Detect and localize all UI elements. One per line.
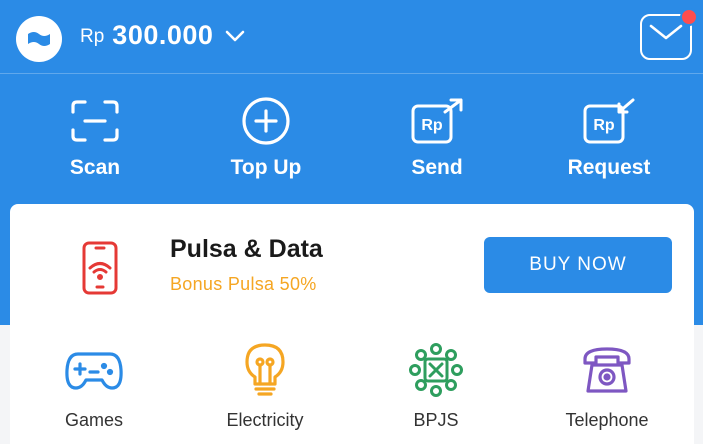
svg-text:Rp: Rp: [421, 117, 443, 134]
send-label: Send: [411, 156, 463, 179]
scan-icon: [67, 96, 123, 146]
services-card: Pulsa & Data Bonus Pulsa 50% BUY NOW Gam…: [10, 204, 694, 444]
balance-amount: 300.000: [112, 20, 214, 50]
notification-badge: [680, 8, 698, 26]
plus-circle-icon: [238, 96, 294, 146]
service-bpjs[interactable]: BPJS: [366, 343, 506, 431]
service-label: Electricity: [226, 410, 304, 430]
top-up-label: Top Up: [230, 156, 302, 179]
balance-selector[interactable]: Rp 300.000: [80, 20, 245, 51]
service-telephone[interactable]: Telephone: [537, 344, 677, 431]
rp-send-icon: Rp: [409, 96, 465, 146]
wallet-logo-icon: [16, 16, 62, 62]
bpjs-icon: [406, 343, 466, 397]
lightbulb-icon: [235, 343, 295, 396]
scan-button[interactable]: Scan: [30, 96, 160, 180]
service-label: Telephone: [565, 410, 649, 430]
send-button[interactable]: Rp Send: [372, 96, 502, 180]
service-games[interactable]: Games: [24, 344, 164, 431]
service-label: Games: [64, 410, 124, 430]
header-divider: [0, 73, 703, 74]
phone-wifi-icon: [76, 240, 124, 296]
svg-text:Rp: Rp: [593, 117, 615, 134]
telephone-icon: [577, 344, 637, 396]
request-label: Request: [567, 156, 651, 179]
service-electricity[interactable]: Electricity: [195, 343, 335, 431]
chevron-down-icon: [225, 30, 245, 42]
service-label: BPJS: [413, 410, 459, 430]
quick-actions: Scan Top Up Rp Send Rp Request: [0, 96, 703, 186]
scan-label: Scan: [69, 156, 121, 179]
balance-currency: Rp: [80, 25, 105, 47]
top-up-button[interactable]: Top Up: [201, 96, 331, 180]
buy-now-button[interactable]: BUY NOW: [484, 237, 672, 293]
promo-subtitle: Bonus Pulsa 50%: [170, 274, 317, 294]
rp-request-icon: Rp: [581, 96, 637, 146]
promo-title: Pulsa & Data: [170, 235, 323, 263]
inbox-button[interactable]: [640, 8, 698, 60]
mail-icon: [649, 23, 683, 52]
gamepad-icon: [64, 344, 124, 396]
request-button[interactable]: Rp Request: [544, 96, 674, 180]
